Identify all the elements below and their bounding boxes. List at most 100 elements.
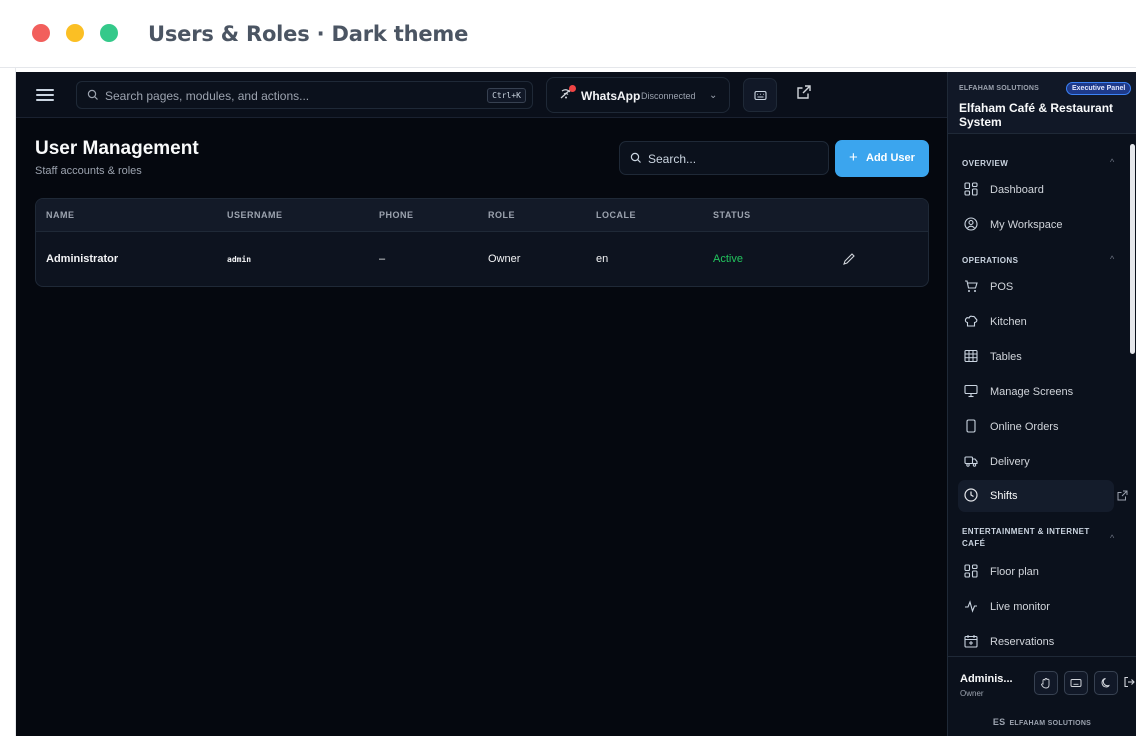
hand-icon [1040, 678, 1050, 689]
current-user-role: Owner [960, 689, 984, 698]
sidebar-item-reservations[interactable]: Reservations [958, 626, 1114, 658]
chef-hat-icon [964, 315, 978, 327]
user-search-input[interactable]: Search... [619, 141, 829, 175]
edit-pencil-icon[interactable] [842, 252, 856, 266]
app-root: Search pages, modules, and actions... Ct… [16, 72, 1136, 736]
moon-icon [1101, 678, 1110, 688]
add-user-button[interactable]: + Add User [835, 140, 929, 177]
sidebar-item-label: Online Orders [990, 421, 1059, 433]
sidebar-header: ELFAHAM SOLUTIONS Executive Panel Elfaha… [948, 72, 1136, 134]
logout-button[interactable] [1118, 671, 1136, 695]
cell-locale: en [596, 253, 609, 265]
whatsapp-status-text: Disconnected [641, 91, 696, 101]
sidebar-item-label: Live monitor [990, 601, 1050, 613]
calendar-icon [964, 635, 978, 648]
whatsapp-status-button[interactable]: WhatsApp Disconnected ⌄ [546, 77, 730, 113]
sidebar-item-tables[interactable]: Tables [958, 341, 1114, 373]
organization-name: ELFAHAM SOLUTIONS [959, 85, 1040, 92]
grid-icon [964, 182, 978, 196]
sidebar-item-my-workspace[interactable]: My Workspace [958, 209, 1114, 241]
sidebar-item-delivery[interactable]: Delivery [958, 446, 1114, 478]
menu-icon[interactable] [36, 86, 54, 104]
sidebar: ELFAHAM SOLUTIONS Executive Panel Elfaha… [947, 72, 1136, 736]
global-search-input[interactable]: Search pages, modules, and actions... Ct… [76, 81, 533, 109]
scrollbar-thumb[interactable] [1130, 144, 1135, 354]
sidebar-item-pos[interactable]: POS [958, 271, 1114, 303]
footer-brand-label: ELFAHAM SOLUTIONS [1009, 720, 1092, 727]
sidebar-item-dashboard[interactable]: Dashboard [958, 174, 1114, 206]
whatsapp-status-dot [569, 85, 576, 92]
column-header-phone[interactable]: PHONE [379, 210, 414, 220]
chevron-up-icon[interactable]: ^ [1110, 254, 1114, 264]
activity-icon [965, 600, 977, 613]
cell-phone: – [379, 253, 386, 265]
status-badge: Active [713, 253, 743, 265]
user-circle-icon [964, 217, 978, 231]
panel-badge: Executive Panel [1066, 82, 1132, 95]
sidebar-item-floor-plan[interactable]: Floor plan [958, 556, 1114, 588]
whatsapp-label: WhatsApp [581, 89, 641, 103]
sidebar-item-online-orders[interactable]: Online Orders [958, 411, 1114, 443]
sidebar-item-kitchen[interactable]: Kitchen [958, 306, 1114, 338]
search-icon [87, 89, 98, 100]
phone-icon [966, 419, 976, 433]
add-user-label: Add User [866, 152, 915, 164]
cell-role: Owner [488, 253, 521, 265]
window-title: Users & Roles · Dark theme [148, 22, 469, 46]
sidebar-item-label: Dashboard [990, 184, 1044, 196]
top-bar: Search pages, modules, and actions... Ct… [16, 72, 947, 118]
chevron-up-icon[interactable]: ^ [1110, 157, 1114, 167]
sidebar-item-label: Tables [990, 351, 1022, 363]
cell-username: admin [227, 255, 252, 264]
monitor-icon [964, 384, 978, 398]
keyboard-button[interactable] [743, 78, 777, 112]
page-title: User Management [35, 138, 199, 159]
column-header-username[interactable]: USERNAME [227, 210, 283, 220]
grid-icon [964, 564, 978, 578]
cart-icon [965, 280, 978, 292]
sidebar-item-live-monitor[interactable]: Live monitor [958, 591, 1114, 623]
keyboard-icon [754, 90, 767, 101]
column-header-role[interactable]: ROLE [488, 210, 515, 220]
window-titlebar: Users & Roles · Dark theme [0, 0, 1136, 68]
table-row[interactable]: Administrator admin – Owner en Active [36, 232, 928, 286]
plus-icon: + [849, 149, 858, 166]
minimize-window-button[interactable] [66, 24, 84, 42]
column-header-name[interactable]: NAME [46, 210, 75, 220]
section-overview-title[interactable]: OVERVIEW [962, 158, 1008, 170]
external-link-icon[interactable] [1117, 490, 1128, 501]
sidebar-item-label: Floor plan [990, 566, 1039, 578]
keyboard-button[interactable] [1064, 671, 1088, 695]
theme-toggle-button[interactable] [1094, 671, 1118, 695]
current-user-name: Adminis... [960, 673, 1013, 685]
app-name: Elfaham Café & Restaurant System [959, 101, 1114, 129]
search-icon [630, 152, 641, 163]
table-header: NAME USERNAME PHONE ROLE LOCALE STATUS [36, 199, 928, 232]
page-subtitle: Staff accounts & roles [35, 165, 142, 177]
user-search-placeholder: Search... [648, 152, 697, 166]
window-left-border [0, 68, 16, 736]
chevron-up-icon[interactable]: ^ [1110, 533, 1114, 543]
column-header-locale[interactable]: LOCALE [596, 210, 636, 220]
hand-button[interactable] [1034, 671, 1058, 695]
chevron-down-icon: ⌄ [709, 90, 718, 101]
section-entertainment-title[interactable]: ENTERTAINMENT & INTERNET CAFÉ [962, 526, 1112, 550]
cell-name: Administrator [46, 253, 119, 265]
search-shortcut-badge: Ctrl+K [487, 88, 526, 103]
logout-icon [1124, 676, 1135, 688]
sidebar-item-label: Manage Screens [990, 386, 1074, 398]
sidebar-item-label: Shifts [990, 490, 1018, 502]
sidebar-item-manage-screens[interactable]: Manage Screens [958, 376, 1114, 408]
close-window-button[interactable] [32, 24, 50, 42]
sidebar-item-shifts[interactable]: Shifts [958, 480, 1114, 512]
brand-logo-icon: ES [992, 717, 1006, 727]
section-operations-title[interactable]: OPERATIONS [962, 255, 1018, 267]
sidebar-scrollbar[interactable] [1130, 144, 1135, 658]
maximize-window-button[interactable] [100, 24, 118, 42]
sidebar-item-label: My Workspace [990, 219, 1063, 231]
sidebar-footer: Adminis... Owner ES ELFAHAM SOLUTIONS [948, 656, 1136, 736]
column-header-status[interactable]: STATUS [713, 210, 751, 220]
users-table: NAME USERNAME PHONE ROLE LOCALE STATUS A… [35, 198, 929, 287]
sidebar-item-label: Reservations [990, 636, 1055, 648]
external-link-icon[interactable] [796, 84, 812, 100]
